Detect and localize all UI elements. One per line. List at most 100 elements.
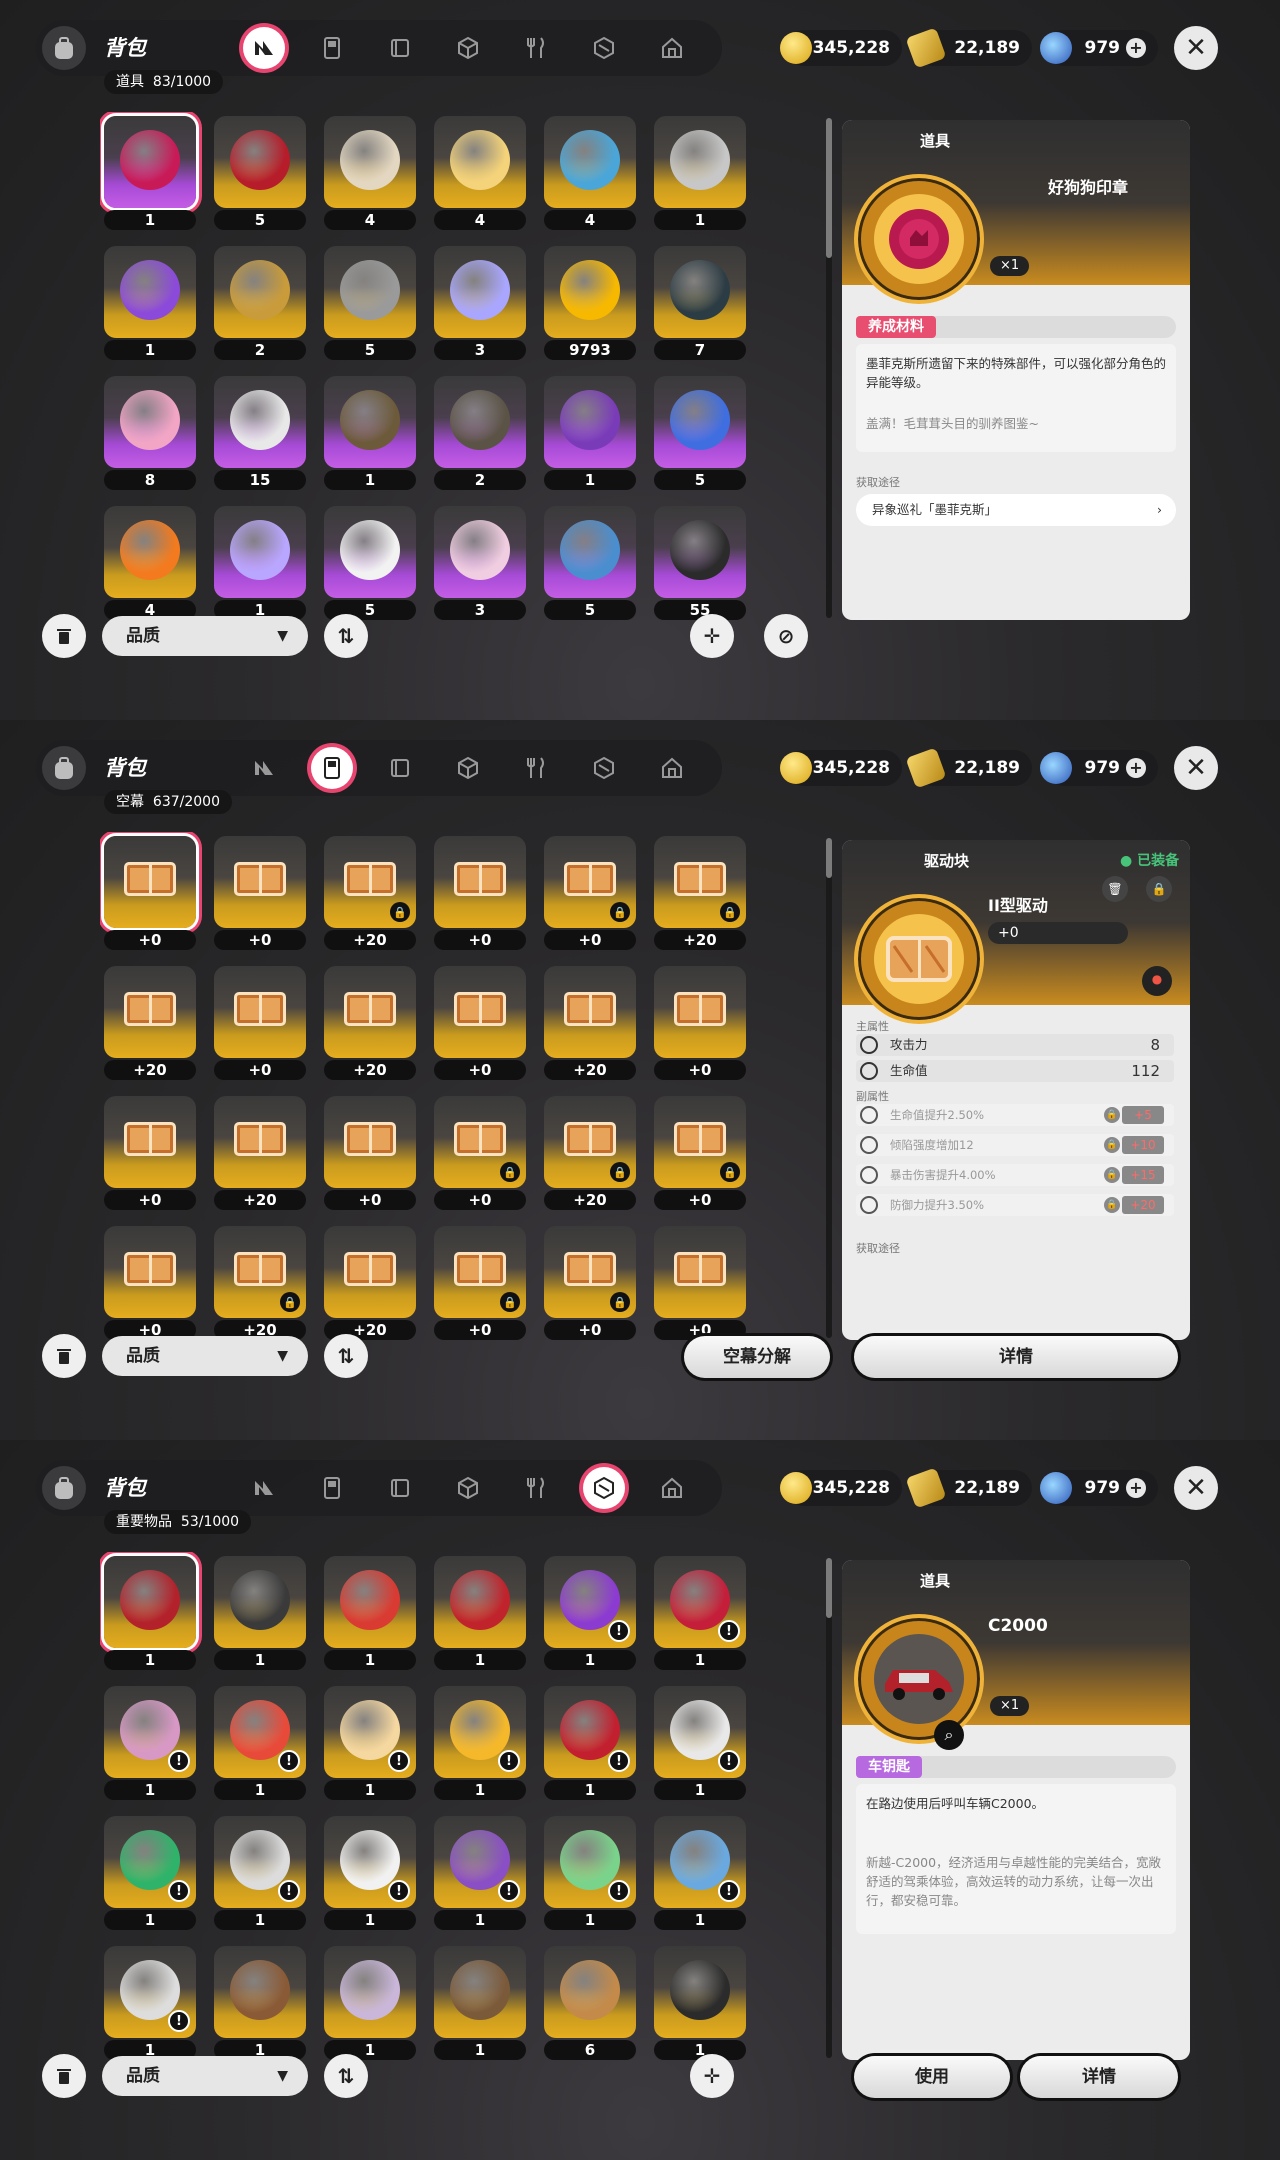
item-slot[interactable]: ! 1 <box>540 1682 638 1804</box>
drive-disc-slot[interactable]: +0 <box>100 1222 198 1344</box>
tab-food[interactable] <box>515 1467 557 1509</box>
item-slot[interactable]: 4 <box>430 112 528 234</box>
tab-food[interactable] <box>515 27 557 69</box>
drive-disc-slot[interactable]: +0 <box>650 962 748 1084</box>
tab-key-items[interactable] <box>583 27 625 69</box>
tab-drive-discs[interactable] <box>311 1467 353 1509</box>
drive-disc-slot[interactable]: +0 <box>650 1222 748 1344</box>
item-slot[interactable]: 9793 <box>540 242 638 364</box>
item-slot[interactable]: 8 <box>100 372 198 494</box>
sort-select[interactable]: 品质 ▼ <box>102 1336 308 1376</box>
item-slot[interactable]: 5 <box>320 242 418 364</box>
tab-food[interactable] <box>515 747 557 789</box>
item-slot[interactable]: 1 <box>100 1552 198 1674</box>
item-slot[interactable]: 5 <box>320 502 418 624</box>
drive-disc-slot[interactable]: +20 <box>320 1222 418 1344</box>
item-slot[interactable]: ! 1 <box>650 1552 748 1674</box>
drive-disc-slot[interactable]: 🔒 +0 <box>430 1222 528 1344</box>
sort-order-button[interactable]: ⇅ <box>324 1334 368 1378</box>
lock-icon[interactable]: 🔒 <box>1146 876 1172 902</box>
item-slot[interactable]: 1 <box>210 1942 308 2064</box>
move-button[interactable]: ✛ <box>690 614 734 658</box>
drive-disc-slot[interactable]: +0 <box>430 962 528 1084</box>
close-button[interactable]: ✕ <box>1174 1466 1218 1510</box>
tab-boxes[interactable] <box>447 27 489 69</box>
gem-currency[interactable]: 979 + <box>1040 30 1158 66</box>
tab-boxes[interactable] <box>447 1467 489 1509</box>
drive-disc-slot[interactable]: +0 <box>320 1092 418 1214</box>
add-gem-button[interactable]: + <box>1126 1478 1146 1498</box>
tab-furniture[interactable] <box>651 1467 693 1509</box>
item-slot[interactable]: 1 <box>320 372 418 494</box>
sort-order-button[interactable]: ⇅ <box>324 614 368 658</box>
item-slot[interactable]: 2 <box>430 372 528 494</box>
trash-icon[interactable]: 🗑 <box>1102 876 1128 902</box>
scrollbar[interactable] <box>826 1558 832 2058</box>
tab-materials[interactable] <box>379 27 421 69</box>
item-slot[interactable]: ! 1 <box>210 1812 308 1934</box>
delete-button[interactable] <box>42 1334 86 1378</box>
drive-disc-slot[interactable]: 🔒 +0 <box>540 1222 638 1344</box>
item-slot[interactable]: ! 1 <box>210 1682 308 1804</box>
tab-furniture[interactable] <box>651 747 693 789</box>
item-slot[interactable]: 1 <box>650 112 748 234</box>
item-slot[interactable]: 1 <box>100 242 198 364</box>
scrollbar[interactable] <box>826 838 832 1338</box>
item-slot[interactable]: 5 <box>650 372 748 494</box>
item-slot[interactable]: 1 <box>210 502 308 624</box>
item-slot[interactable]: 2 <box>210 242 308 364</box>
item-slot[interactable]: 1 <box>650 1942 748 2064</box>
item-slot[interactable]: ! 1 <box>540 1812 638 1934</box>
drive-disc-slot[interactable]: 🔒 +20 <box>650 832 748 954</box>
drive-disc-slot[interactable]: +0 <box>100 832 198 954</box>
delete-button[interactable] <box>42 614 86 658</box>
item-slot[interactable]: ! 1 <box>100 1942 198 2064</box>
sort-select[interactable]: 品质 ▼ <box>102 616 308 656</box>
tab-items[interactable] <box>243 1467 285 1509</box>
item-slot[interactable]: 1 <box>210 1552 308 1674</box>
item-slot[interactable]: 15 <box>210 372 308 494</box>
item-slot[interactable]: 6 <box>540 1942 638 2064</box>
item-slot[interactable]: 1 <box>430 1552 528 1674</box>
item-slot[interactable]: 1 <box>540 372 638 494</box>
details-button[interactable]: 详情 <box>1020 2056 1178 2098</box>
item-slot[interactable]: 5 <box>210 112 308 234</box>
item-slot[interactable]: 1 <box>430 1942 528 2064</box>
item-slot[interactable]: ! 1 <box>320 1812 418 1934</box>
item-slot[interactable]: 1 <box>100 112 198 234</box>
decompose-button[interactable]: 空幕分解 <box>684 1336 830 1378</box>
drive-disc-slot[interactable]: 🔒 +0 <box>650 1092 748 1214</box>
add-gem-button[interactable]: + <box>1126 758 1146 778</box>
item-slot[interactable]: 3 <box>430 242 528 364</box>
item-slot[interactable]: ! 1 <box>100 1812 198 1934</box>
item-slot[interactable]: ! 1 <box>100 1682 198 1804</box>
item-slot[interactable]: ! 1 <box>540 1552 638 1674</box>
item-slot[interactable]: ! 1 <box>430 1812 528 1934</box>
details-button[interactable]: 详情 <box>854 1336 1178 1378</box>
discard-toggle-button[interactable]: ⊘ <box>764 614 808 658</box>
item-slot[interactable]: ! 1 <box>650 1682 748 1804</box>
close-button[interactable]: ✕ <box>1174 26 1218 70</box>
tab-key-items[interactable] <box>583 1467 625 1509</box>
close-button[interactable]: ✕ <box>1174 746 1218 790</box>
drive-disc-slot[interactable]: +0 <box>210 832 308 954</box>
source-link[interactable]: 异象巡礼「墨菲克斯」 › <box>856 494 1176 526</box>
item-slot[interactable]: 3 <box>430 502 528 624</box>
tab-key-items[interactable] <box>583 747 625 789</box>
drive-disc-slot[interactable]: +20 <box>100 962 198 1084</box>
move-button[interactable]: ✛ <box>690 2054 734 2098</box>
drive-disc-slot[interactable]: 🔒 +0 <box>540 832 638 954</box>
tab-furniture[interactable] <box>651 27 693 69</box>
scrollbar[interactable] <box>826 118 832 618</box>
tab-materials[interactable] <box>379 1467 421 1509</box>
drive-disc-slot[interactable]: +20 <box>540 962 638 1084</box>
use-button[interactable]: 使用 <box>854 2056 1010 2098</box>
tab-materials[interactable] <box>379 747 421 789</box>
item-slot[interactable]: 7 <box>650 242 748 364</box>
item-slot[interactable]: 5 <box>540 502 638 624</box>
gem-currency[interactable]: 979 + <box>1040 1470 1158 1506</box>
item-slot[interactable]: 1 <box>320 1942 418 2064</box>
delete-button[interactable] <box>42 2054 86 2098</box>
gem-currency[interactable]: 979 + <box>1040 750 1158 786</box>
tab-drive-discs[interactable] <box>311 27 353 69</box>
